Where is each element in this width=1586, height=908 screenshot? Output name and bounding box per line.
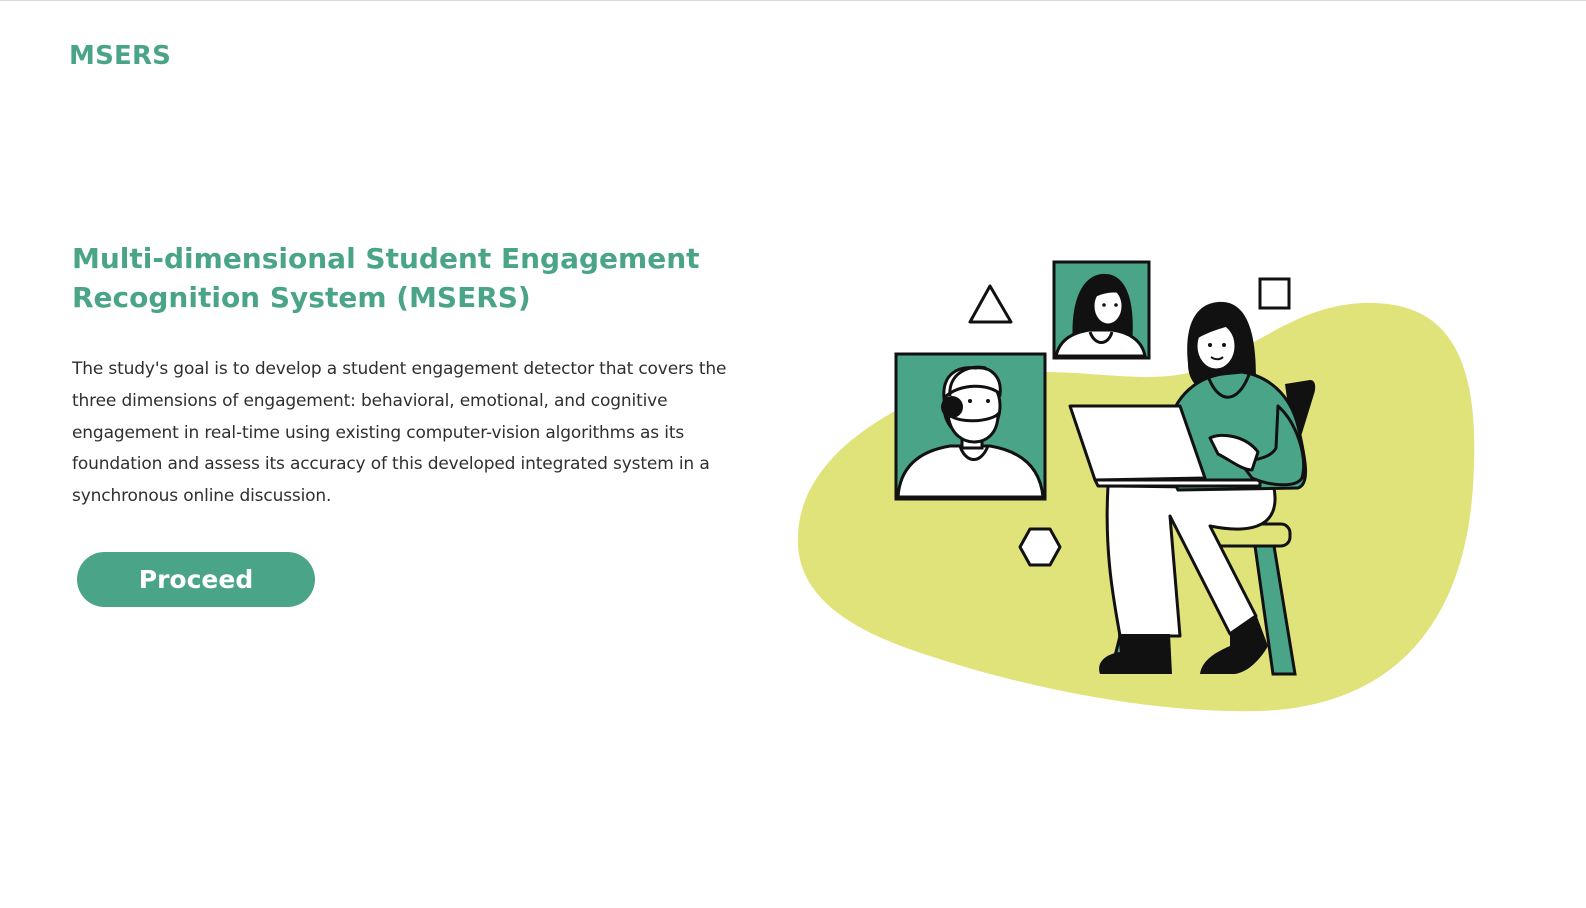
landing-page: MSERS Multi-dimensional Student Engageme… (0, 0, 1586, 908)
triangle-shape (968, 284, 1013, 324)
woman-video-tile (1052, 260, 1151, 360)
man-video-tile (894, 352, 1047, 501)
hero-description: The study's goal is to develop a student… (72, 359, 727, 507)
hexagon-shape (1018, 527, 1062, 567)
square-shape (1258, 277, 1291, 310)
proceed-button[interactable]: Proceed (77, 552, 315, 607)
page-title: Multi-dimensional Student Engagement Rec… (72, 242, 700, 314)
video-call-illustration-icon (797, 260, 1475, 712)
logo[interactable]: MSERS (69, 41, 171, 71)
